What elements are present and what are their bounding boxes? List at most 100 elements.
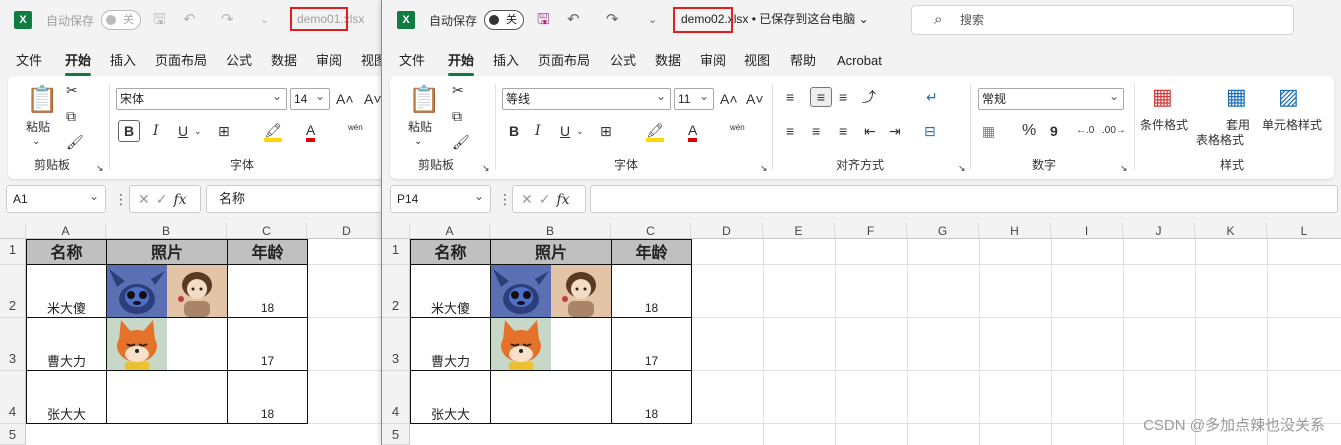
alignment-launcher-icon[interactable]: ↘ xyxy=(958,160,966,176)
font-name-select[interactable]: 宋体 xyxy=(116,86,287,110)
stitch-picture[interactable] xyxy=(491,265,551,317)
cell-photo[interactable] xyxy=(491,371,612,424)
font-color-icon[interactable]: A xyxy=(688,122,698,142)
save-icon[interactable]: 🖫 xyxy=(537,11,550,29)
girl-picture[interactable] xyxy=(551,265,611,317)
column-header[interactable]: G xyxy=(907,223,979,239)
row-header[interactable]: 2 xyxy=(382,265,410,318)
tab-file[interactable]: 文件 xyxy=(16,52,42,70)
tab-review[interactable]: 审阅 xyxy=(316,52,342,70)
align-center-icon[interactable]: ≡ xyxy=(812,123,820,139)
cell-name[interactable]: 张大大 xyxy=(410,371,491,424)
increase-font-icon[interactable]: A˄ xyxy=(720,91,738,107)
header-cell-age[interactable]: 年龄 xyxy=(612,239,692,265)
cell-name[interactable]: 曹大力 xyxy=(26,318,107,371)
cell-photo[interactable] xyxy=(107,371,228,424)
tab-data[interactable]: 数据 xyxy=(655,52,681,70)
clipboard-launcher-icon[interactable]: ↘ xyxy=(96,160,104,176)
align-left-icon[interactable]: ≡ xyxy=(786,123,794,139)
more-icon[interactable]: ⋮ xyxy=(498,191,512,208)
accounting-format-icon[interactable]: ▦ xyxy=(982,123,995,139)
column-header[interactable]: B xyxy=(490,223,611,239)
row-header[interactable]: 4 xyxy=(0,371,26,424)
undo-icon[interactable]: ↶ xyxy=(567,11,580,29)
header-cell-name[interactable]: 名称 xyxy=(26,239,107,265)
tab-page-layout[interactable]: 页面布局 xyxy=(538,52,590,70)
copy-icon[interactable]: ⧉ xyxy=(66,108,76,124)
select-all-corner[interactable] xyxy=(0,223,26,239)
increase-decimal-icon[interactable]: ←.0 xyxy=(1076,123,1094,139)
underline-button[interactable]: U xyxy=(560,123,570,139)
tab-data[interactable]: 数据 xyxy=(271,52,297,70)
copy-icon[interactable]: ⧉ xyxy=(452,108,462,124)
column-header[interactable]: J xyxy=(1123,223,1195,239)
decrease-font-icon[interactable]: A˅ xyxy=(364,91,381,107)
enter-icon[interactable]: ✓ xyxy=(539,191,557,207)
insert-function-icon[interactable]: fx xyxy=(556,192,569,208)
increase-font-icon[interactable]: A˄ xyxy=(336,91,354,107)
header-cell-photo[interactable]: 照片 xyxy=(491,239,612,265)
italic-button[interactable]: I xyxy=(535,123,541,139)
orientation-icon[interactable]: ⤴ xyxy=(862,89,876,105)
autosave-toggle[interactable]: 关 xyxy=(101,10,141,30)
tab-review[interactable]: 审阅 xyxy=(700,52,726,70)
clipboard-launcher-icon[interactable]: ↘ xyxy=(482,160,490,176)
column-header[interactable]: F xyxy=(835,223,907,239)
cut-icon[interactable]: ✂ xyxy=(66,82,78,98)
increase-indent-icon[interactable]: ⇥ xyxy=(889,123,901,139)
paste-dropdown-icon[interactable]: ⌄ xyxy=(32,134,40,150)
stitch-picture[interactable] xyxy=(107,265,167,317)
font-launcher-icon[interactable]: ↘ xyxy=(760,160,768,176)
tab-home[interactable]: 开始 xyxy=(65,52,92,76)
save-icon[interactable]: 🖫 xyxy=(153,11,166,29)
font-size-select[interactable]: 11 xyxy=(674,86,714,110)
number-format-select[interactable]: 常规 xyxy=(978,86,1124,110)
tab-view[interactable]: 视图 xyxy=(744,52,770,70)
redo-icon[interactable]: ↷ xyxy=(221,11,234,29)
tab-file[interactable]: 文件 xyxy=(399,52,425,70)
paste-icon[interactable]: 📋 xyxy=(408,84,440,114)
format-table-icon[interactable]: ▦ xyxy=(1226,84,1247,110)
borders-icon[interactable]: ⊞ xyxy=(600,123,612,139)
fox-picture[interactable] xyxy=(107,318,167,370)
search-box[interactable]: 搜索 xyxy=(911,5,1294,35)
bold-button[interactable]: B xyxy=(118,120,140,142)
align-right-icon[interactable]: ≡ xyxy=(839,123,847,139)
cut-icon[interactable]: ✂ xyxy=(452,82,464,98)
more-icon[interactable]: ⋮ xyxy=(114,191,128,208)
decrease-indent-icon[interactable]: ⇤ xyxy=(864,123,876,139)
redo-icon[interactable]: ↷ xyxy=(606,11,619,29)
decrease-font-icon[interactable]: A˅ xyxy=(746,91,764,107)
column-header[interactable]: D xyxy=(307,223,381,239)
format-table-label-2[interactable]: 表格格式 xyxy=(1196,131,1244,148)
paste-label[interactable]: 粘贴 xyxy=(408,118,432,135)
font-size-select[interactable]: 14 xyxy=(290,86,330,110)
comma-style-button[interactable]: 9 xyxy=(1050,123,1058,139)
cell-age[interactable]: 17 xyxy=(228,318,308,371)
name-box[interactable]: P14 xyxy=(390,183,491,213)
row-header[interactable]: 1 xyxy=(0,239,26,265)
formula-input[interactable] xyxy=(590,185,1338,213)
cell-name[interactable]: 米大傻 xyxy=(410,265,491,318)
enter-icon[interactable]: ✓ xyxy=(156,191,174,207)
column-header[interactable]: C xyxy=(227,223,307,239)
merge-center-icon[interactable]: ⊟ xyxy=(924,123,936,139)
autosave-toggle[interactable]: 关 xyxy=(484,10,524,30)
cell-styles-button[interactable]: 单元格样式 xyxy=(1262,116,1322,133)
cell-styles-icon[interactable]: ▨ xyxy=(1278,84,1299,110)
row-header[interactable]: 4 xyxy=(382,371,410,424)
formula-input[interactable]: 名称 xyxy=(206,185,381,213)
tab-page-layout[interactable]: 页面布局 xyxy=(155,52,207,70)
percent-button[interactable]: % xyxy=(1022,123,1036,139)
underline-button[interactable]: U xyxy=(178,123,188,139)
column-header[interactable]: I xyxy=(1051,223,1123,239)
fill-color-icon[interactable]: 🖍 xyxy=(264,122,282,142)
fox-picture[interactable] xyxy=(491,318,551,370)
column-header[interactable]: C xyxy=(611,223,691,239)
column-header[interactable]: D xyxy=(691,223,763,239)
italic-button[interactable]: I xyxy=(153,123,159,139)
tab-insert[interactable]: 插入 xyxy=(493,52,519,70)
cell-age[interactable]: 18 xyxy=(612,265,692,318)
cancel-icon[interactable]: ✕ xyxy=(138,191,156,207)
cancel-icon[interactable]: ✕ xyxy=(521,191,539,207)
